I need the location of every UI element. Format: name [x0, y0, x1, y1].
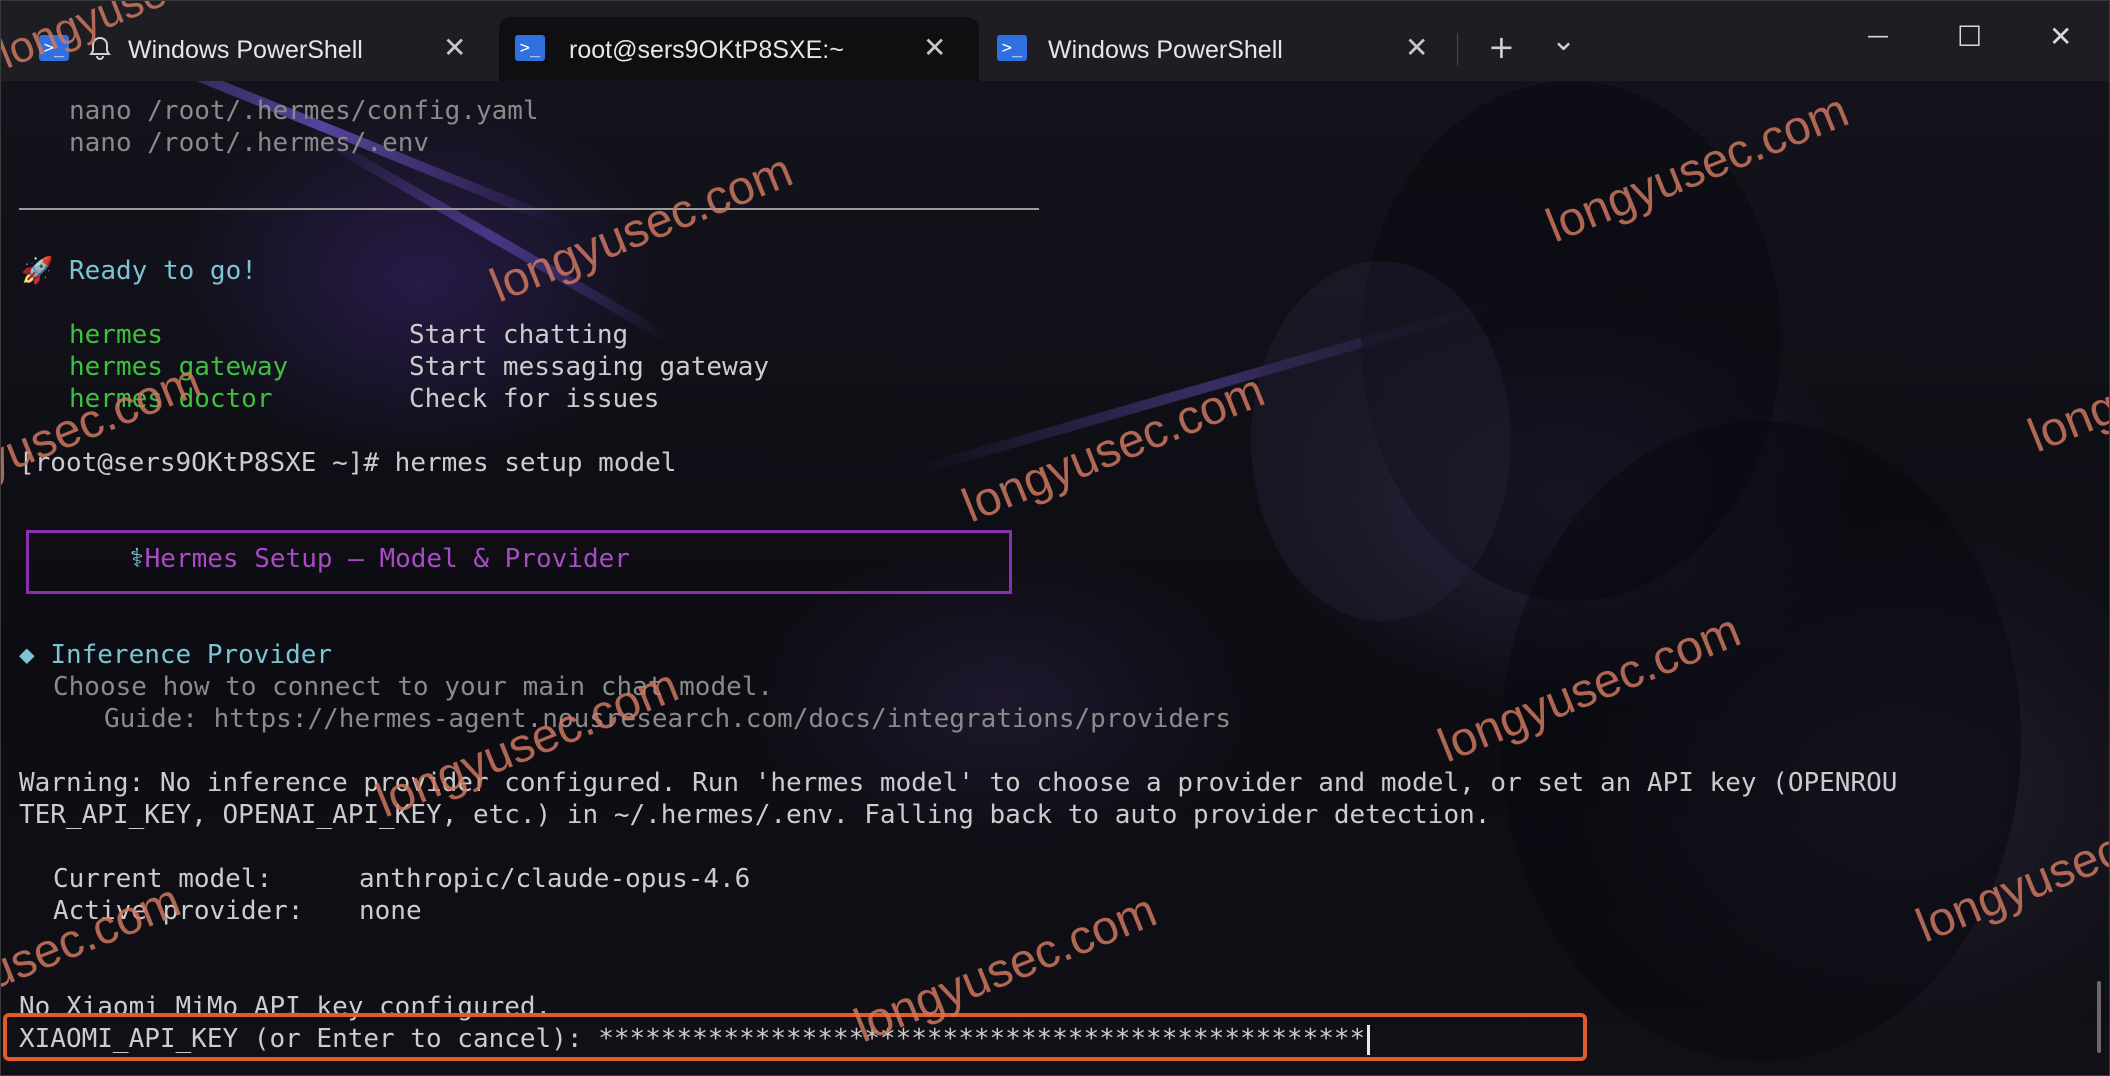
diamond-bullet-icon: ◆ — [19, 640, 35, 670]
section-heading: ◆ Inference Provider — [19, 640, 333, 670]
caduceus-icon: ⚕ — [129, 544, 145, 574]
command-description: Start messaging gateway — [409, 352, 770, 382]
tab-root-ssh[interactable]: >_ root@sers9OKtP8SXE:~ ✕ — [499, 17, 979, 81]
close-button[interactable]: ✕ — [2049, 21, 2072, 53]
command-name: hermes — [69, 320, 163, 350]
command-description: Start chatting — [409, 320, 629, 350]
scrollbar[interactable] — [2097, 981, 2101, 1053]
title-bar: >_ Windows PowerShell ✕ >_ root@sers9OKt… — [1, 1, 2109, 81]
api-key-input-line[interactable]: XIAOMI_API_KEY (or Enter to cancel): ***… — [19, 1023, 1371, 1055]
ready-line: 🚀 Ready to go! — [21, 255, 257, 287]
chevron-down-icon[interactable]: ⌄ — [1551, 23, 1576, 59]
config-path-line: nano /root/.hermes/config.yaml — [69, 96, 539, 126]
tab-label: root@sers9OKtP8SXE:~ — [569, 36, 844, 64]
tab-label: Windows PowerShell — [128, 36, 363, 64]
warning-line: Warning: No inference provider configure… — [19, 768, 1898, 798]
rocket-icon: 🚀 — [21, 256, 54, 286]
tab-close-icon[interactable]: ✕ — [443, 33, 466, 63]
env-path-line: nano /root/.hermes/.env — [69, 128, 430, 158]
command-description: Check for issues — [409, 384, 660, 414]
active-provider-value: none — [359, 896, 422, 926]
warning-line: TER_API_KEY, OPENAI_API_KEY, etc.) in ~/… — [19, 800, 1491, 830]
powershell-icon: >_ — [515, 35, 545, 61]
tab-close-icon[interactable]: ✕ — [1405, 33, 1428, 63]
tab-powershell-2[interactable]: >_ Windows PowerShell ✕ — [993, 17, 1433, 81]
divider — [19, 208, 1039, 210]
ready-text: Ready to go! — [69, 256, 257, 286]
tab-separator — [1457, 33, 1458, 65]
api-key-prompt: XIAOMI_API_KEY (or Enter to cancel): — [19, 1024, 599, 1054]
tab-label: Windows PowerShell — [1048, 36, 1283, 64]
text-cursor — [1367, 1024, 1371, 1055]
minimize-button[interactable]: — — [1867, 21, 1889, 53]
api-key-masked[interactable]: ****************************************… — [598, 1024, 1365, 1054]
shell-prompt: [root@sers9OKtP8SXE ~]# hermes setup mod… — [19, 448, 677, 478]
current-model-value: anthropic/claude-opus-4.6 — [359, 864, 751, 894]
terminal-window: >_ Windows PowerShell ✕ >_ root@sers9OKt… — [0, 0, 2110, 1076]
maximize-button[interactable]: ☐ — [1957, 21, 1982, 53]
powershell-icon: >_ — [997, 35, 1027, 61]
setup-title: ⚕Hermes Setup — Model & Provider — [129, 544, 630, 574]
tab-close-icon[interactable]: ✕ — [923, 33, 946, 63]
new-tab-button[interactable]: + — [1488, 29, 1515, 65]
